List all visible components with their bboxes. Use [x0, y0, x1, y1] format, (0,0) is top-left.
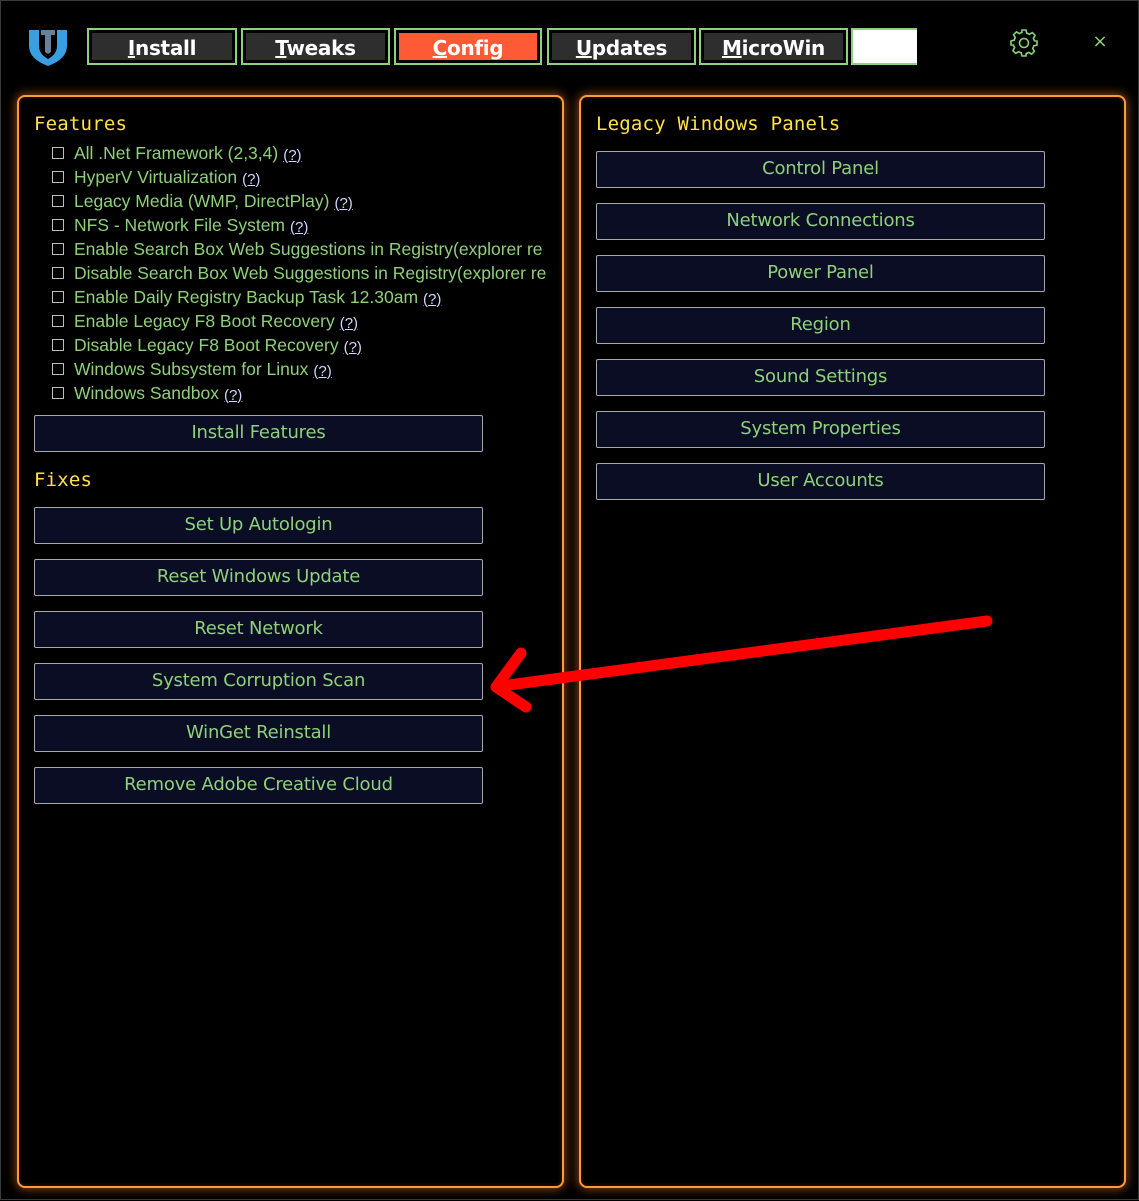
feature-item[interactable]: HyperV Virtualization (?) — [51, 165, 561, 189]
checkbox[interactable] — [52, 219, 64, 231]
checkbox[interactable] — [52, 147, 64, 159]
feature-item[interactable]: Legacy Media (WMP, DirectPlay) (?) — [51, 189, 561, 213]
help-link[interactable]: (?) — [290, 219, 308, 236]
checkbox[interactable] — [52, 267, 64, 279]
feature-item[interactable]: Enable Search Box Web Suggestions in Reg… — [51, 237, 561, 261]
feature-item[interactable]: NFS - Network File System (?) — [51, 213, 561, 237]
checkbox[interactable] — [52, 195, 64, 207]
checkbox[interactable] — [52, 171, 64, 183]
checkbox[interactable] — [52, 339, 64, 351]
feature-label: Windows Sandbox — [74, 382, 219, 403]
feature-item[interactable]: Enable Legacy F8 Boot Recovery (?) — [51, 309, 561, 333]
help-link[interactable]: (?) — [313, 363, 331, 380]
remove-adobe-cc-button[interactable]: Remove Adobe Creative Cloud — [34, 767, 483, 804]
feature-label: Enable Search Box Web Suggestions in Reg… — [74, 238, 543, 259]
feature-list: All .Net Framework (2,3,4) (?) HyperV Vi… — [51, 141, 561, 405]
feature-label: HyperV Virtualization — [74, 166, 238, 187]
feature-label: All .Net Framework (2,3,4) — [74, 142, 279, 163]
feature-item[interactable]: Windows Sandbox (?) — [51, 381, 561, 405]
close-icon[interactable]: × — [1089, 31, 1111, 53]
help-link[interactable]: (?) — [283, 147, 301, 164]
help-link[interactable]: (?) — [242, 171, 260, 188]
control-panel-button[interactable]: Control Panel — [596, 151, 1045, 188]
feature-label: Legacy Media (WMP, DirectPlay) — [74, 190, 330, 211]
winutil-logo-icon — [29, 30, 67, 66]
help-link[interactable]: (?) — [340, 315, 358, 332]
features-fixes-panel: Features All .Net Framework (2,3,4) (?) … — [17, 95, 564, 1188]
fixes-title: Fixes — [34, 469, 93, 491]
legacy-panels-panel: Legacy Windows Panels Control Panel Netw… — [579, 95, 1126, 1188]
feature-item[interactable]: Enable Daily Registry Backup Task 12.30a… — [51, 285, 561, 309]
feature-label: Enable Daily Registry Backup Task 12.30a… — [74, 286, 419, 307]
help-link[interactable]: (?) — [334, 195, 352, 212]
reset-windows-update-button[interactable]: Reset Windows Update — [34, 559, 483, 596]
user-accounts-button[interactable]: User Accounts — [596, 463, 1045, 500]
reset-network-button[interactable]: Reset Network — [34, 611, 483, 648]
power-panel-button[interactable]: Power Panel — [596, 255, 1045, 292]
autologin-button[interactable]: Set Up Autologin — [34, 507, 483, 544]
system-properties-button[interactable]: System Properties — [596, 411, 1045, 448]
checkbox[interactable] — [52, 291, 64, 303]
help-link[interactable]: (?) — [344, 339, 362, 356]
help-link[interactable]: (?) — [224, 387, 242, 404]
network-connections-button[interactable]: Network Connections — [596, 203, 1045, 240]
help-link[interactable]: (?) — [423, 291, 441, 308]
tab-updates[interactable]: Updates — [547, 28, 696, 65]
checkbox[interactable] — [52, 363, 64, 375]
install-features-button[interactable]: Install Features — [34, 415, 483, 452]
search-input[interactable] — [851, 28, 917, 65]
sound-settings-button[interactable]: Sound Settings — [596, 359, 1045, 396]
feature-item[interactable]: Disable Legacy F8 Boot Recovery (?) — [51, 333, 561, 357]
app-window: Install Tweaks Config Updates MicroWin ×… — [0, 0, 1139, 1200]
tab-config[interactable]: Config — [394, 28, 542, 65]
tab-install[interactable]: Install — [87, 28, 237, 65]
system-corruption-scan-button[interactable]: System Corruption Scan — [34, 663, 483, 700]
feature-label: Disable Search Box Web Suggestions in Re… — [74, 262, 547, 283]
feature-label: Enable Legacy F8 Boot Recovery — [74, 310, 335, 331]
tab-tweaks[interactable]: Tweaks — [241, 28, 390, 65]
features-title: Features — [34, 113, 128, 135]
checkbox[interactable] — [52, 387, 64, 399]
winget-reinstall-button[interactable]: WinGet Reinstall — [34, 715, 483, 752]
region-button[interactable]: Region — [596, 307, 1045, 344]
feature-item[interactable]: Disable Search Box Web Suggestions in Re… — [51, 261, 561, 285]
feature-label: Windows Subsystem for Linux — [74, 358, 309, 379]
feature-item[interactable]: Windows Subsystem for Linux (?) — [51, 357, 561, 381]
checkbox[interactable] — [52, 243, 64, 255]
feature-item[interactable]: All .Net Framework (2,3,4) (?) — [51, 141, 561, 165]
gear-icon[interactable] — [1009, 28, 1039, 58]
legacy-panels-title: Legacy Windows Panels — [596, 113, 841, 135]
feature-label: Disable Legacy F8 Boot Recovery — [74, 334, 339, 355]
feature-label: NFS - Network File System — [74, 214, 285, 235]
checkbox[interactable] — [52, 315, 64, 327]
tab-microwin[interactable]: MicroWin — [699, 28, 848, 65]
